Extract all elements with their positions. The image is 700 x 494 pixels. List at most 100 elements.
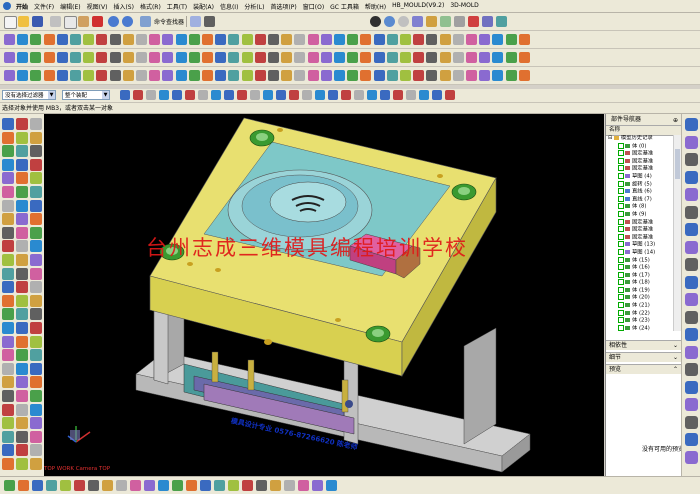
- modeling-tool-icon[interactable]: [16, 172, 28, 185]
- curve-tool-icon[interactable]: [400, 34, 411, 45]
- mold-tool-icon[interactable]: [347, 70, 359, 81]
- modeling-tool-icon[interactable]: [30, 267, 42, 280]
- mold-tool-icon[interactable]: [466, 70, 477, 81]
- modeling-tool-icon[interactable]: [30, 281, 42, 294]
- curve-tool-icon[interactable]: [413, 34, 425, 45]
- curve-tool-icon[interactable]: [241, 34, 253, 45]
- feature-tool-icon[interactable]: [360, 52, 372, 63]
- modeling-tool-icon[interactable]: [16, 131, 28, 144]
- feature-tool-icon[interactable]: [241, 52, 253, 63]
- modeling-tool-icon[interactable]: [30, 430, 42, 443]
- mold-tool-icon[interactable]: [228, 70, 240, 81]
- checkbox[interactable]: [618, 188, 624, 195]
- modeling-tool-icon[interactable]: [30, 294, 42, 307]
- curve-tool-icon[interactable]: [149, 34, 161, 45]
- checkbox[interactable]: [618, 150, 624, 157]
- feature-tool-icon[interactable]: [188, 52, 200, 63]
- curve-tool-icon[interactable]: [109, 34, 121, 45]
- checkbox[interactable]: [618, 324, 624, 331]
- copy-icon[interactable]: [64, 16, 77, 29]
- curve-tool-icon[interactable]: [175, 34, 187, 45]
- mold-tool-icon[interactable]: [241, 70, 253, 81]
- modeling-tool-icon[interactable]: [16, 362, 28, 375]
- modeling-tool-icon[interactable]: [2, 158, 14, 171]
- checkbox[interactable]: [618, 264, 624, 271]
- curve-tool-icon[interactable]: [56, 34, 68, 45]
- snap-point-icon[interactable]: [419, 90, 429, 100]
- curve-tool-icon[interactable]: [215, 34, 227, 45]
- shaded-icon[interactable]: [384, 16, 395, 27]
- mold-tool-icon[interactable]: [162, 70, 174, 81]
- mold-tool-icon[interactable]: [136, 70, 147, 81]
- modeling-tool-icon[interactable]: [16, 267, 28, 280]
- web-browser-icon[interactable]: [685, 188, 698, 201]
- tree-node[interactable]: 固定基准: [606, 218, 673, 227]
- modeling-tool-icon[interactable]: [16, 308, 28, 321]
- mold-tool-icon[interactable]: [320, 70, 332, 81]
- snap-point-icon[interactable]: [289, 90, 299, 100]
- curve-tool-icon[interactable]: [281, 34, 293, 45]
- tree-node[interactable]: 固定基准: [606, 233, 673, 242]
- snap-point-icon[interactable]: [302, 90, 312, 100]
- feature-tool-icon[interactable]: [175, 52, 187, 63]
- checkbox[interactable]: [618, 203, 624, 210]
- checkbox[interactable]: [618, 286, 624, 293]
- show-icon[interactable]: [468, 16, 479, 27]
- tree-node[interactable]: 体 (8): [606, 203, 673, 211]
- curve-tool-icon[interactable]: [452, 34, 464, 45]
- curve-tool-icon[interactable]: [96, 34, 108, 45]
- modeling-tool-icon[interactable]: [2, 131, 14, 144]
- modeling-tool-icon[interactable]: [30, 390, 42, 402]
- modeling-tool-icon[interactable]: [16, 430, 28, 443]
- feature-tool-icon[interactable]: [307, 52, 319, 63]
- modeling-tool-icon[interactable]: [30, 199, 42, 212]
- curve-tool-icon[interactable]: [136, 34, 147, 45]
- mold-model[interactable]: [44, 114, 604, 476]
- hide-icon[interactable]: [454, 16, 465, 27]
- tree-node[interactable]: 体 (17): [606, 271, 673, 280]
- snap-point-icon[interactable]: [367, 90, 377, 100]
- command-finder-icon[interactable]: [140, 16, 151, 27]
- curve-tool-icon[interactable]: [492, 34, 504, 45]
- feature-tool-icon[interactable]: [294, 52, 306, 63]
- mold-tool-icon[interactable]: [386, 70, 398, 81]
- modeling-tool-icon[interactable]: [2, 362, 14, 375]
- bottom-tool-icon[interactable]: [46, 480, 57, 491]
- feature-tool-icon[interactable]: [400, 52, 411, 63]
- feature-tool-icon[interactable]: [30, 52, 42, 63]
- mold-tool-icon[interactable]: [426, 70, 438, 81]
- feature-tool-icon[interactable]: [4, 52, 15, 63]
- tree-node[interactable]: 体 (22): [606, 309, 673, 318]
- analysis-icon[interactable]: [496, 16, 507, 27]
- mold-tool-icon[interactable]: [202, 70, 213, 81]
- tree-node[interactable]: 草图 (14): [606, 248, 673, 257]
- snap-point-icon[interactable]: [341, 90, 351, 100]
- modeling-tool-icon[interactable]: [2, 376, 14, 389]
- curve-tool-icon[interactable]: [479, 34, 491, 45]
- bottom-tool-icon[interactable]: [284, 480, 295, 491]
- modeling-tool-icon[interactable]: [2, 267, 14, 280]
- tree-node[interactable]: 固定基准: [606, 150, 673, 158]
- tree-root[interactable]: ⊟ 模型历史记录: [606, 135, 673, 143]
- paste-icon[interactable]: [78, 16, 89, 27]
- model-history-tree[interactable]: ⊟ 模型历史记录 体 (0) 固定基准 固定基准 固定基准 草图 (4) 旋转 (5) 直线…: [606, 135, 673, 331]
- bottom-tool-icon[interactable]: [312, 480, 323, 491]
- menu-item[interactable]: 工具(T): [164, 2, 190, 11]
- feature-tool-icon[interactable]: [492, 52, 504, 63]
- assembly-scope-dropdown[interactable]: 整个装配 ▼: [62, 90, 110, 100]
- curve-tool-icon[interactable]: [373, 34, 385, 45]
- snap-point-icon[interactable]: [432, 90, 442, 100]
- mold-tool-icon[interactable]: [149, 70, 161, 81]
- curve-tool-icon[interactable]: [30, 34, 42, 45]
- feature-tool-icon[interactable]: [136, 52, 147, 63]
- modeling-tool-icon[interactable]: [2, 335, 14, 348]
- menu-item[interactable]: 帮助(H): [362, 2, 389, 11]
- modeling-tool-icon[interactable]: [30, 376, 42, 389]
- snap-point-icon[interactable]: [250, 90, 260, 100]
- modeling-tool-icon[interactable]: [2, 444, 14, 457]
- modeling-tool-icon[interactable]: [16, 390, 28, 402]
- snap-point-icon[interactable]: [237, 90, 247, 100]
- feature-tool-icon[interactable]: [268, 52, 279, 63]
- settings-icon[interactable]: [685, 345, 698, 359]
- layer-icon[interactable]: [685, 380, 698, 394]
